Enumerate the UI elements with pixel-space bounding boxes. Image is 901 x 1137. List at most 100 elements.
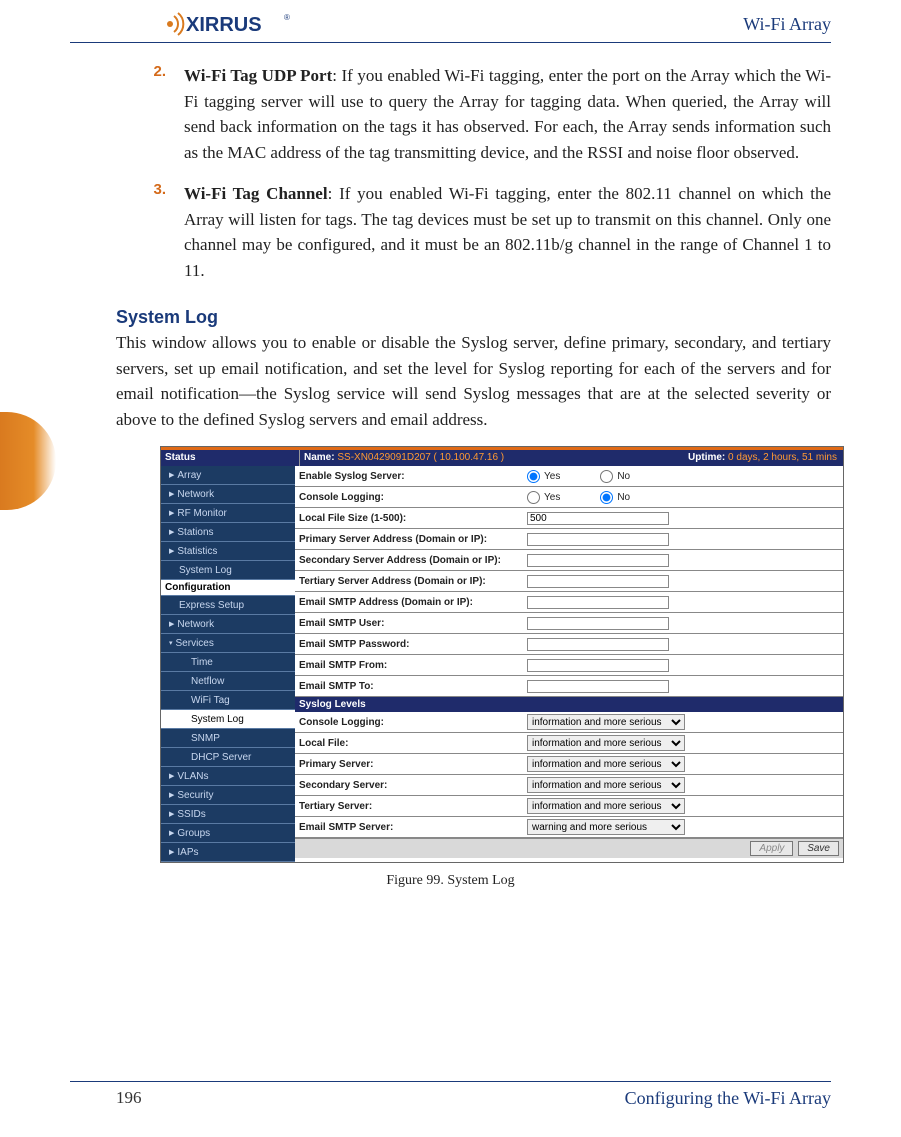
caret-icon: ▶ bbox=[169, 829, 174, 837]
list-item: 2. Wi-Fi Tag UDP Port: If you enabled Wi… bbox=[148, 63, 831, 165]
row-smtp-to: Email SMTP To: bbox=[295, 676, 843, 697]
select-level-tertiary[interactable]: information and more serious bbox=[527, 798, 685, 814]
label-smtp-password: Email SMTP Password: bbox=[299, 639, 527, 650]
page-number: 196 bbox=[116, 1088, 142, 1109]
nav-sidebar: ▶Array ▶Network ▶RF Monitor ▶Stations ▶S… bbox=[161, 466, 295, 862]
list-number: 3. bbox=[148, 181, 166, 283]
sidebar-item-wifi-tag[interactable]: WiFi Tag bbox=[161, 691, 295, 710]
radio-enable-no[interactable] bbox=[600, 470, 613, 483]
uptime: Uptime: 0 days, 2 hours, 51 mins bbox=[688, 450, 843, 466]
device-name: Name: SS-XN0429091D207 ( 10.100.47.16 ) bbox=[299, 450, 688, 466]
sidebar-item-dhcp[interactable]: DHCP Server bbox=[161, 748, 295, 767]
select-level-local[interactable]: information and more serious bbox=[527, 735, 685, 751]
caret-icon: ▶ bbox=[169, 810, 174, 818]
sidebar-item-array[interactable]: ▶Array bbox=[161, 466, 295, 485]
input-smtp-from[interactable] bbox=[527, 659, 669, 672]
figure-system-log: Status Name: SS-XN0429091D207 ( 10.100.4… bbox=[160, 446, 844, 863]
caret-icon: ▶ bbox=[169, 772, 174, 780]
syslog-levels-header: Syslog Levels bbox=[295, 697, 843, 712]
row-smtp-address: Email SMTP Address (Domain or IP): bbox=[295, 592, 843, 613]
label-enable-syslog: Enable Syslog Server: bbox=[299, 471, 527, 482]
caret-icon: ▶ bbox=[169, 791, 174, 799]
row-smtp-password: Email SMTP Password: bbox=[295, 634, 843, 655]
radio-console-no[interactable] bbox=[600, 491, 613, 504]
sidebar-item-netflow[interactable]: Netflow bbox=[161, 672, 295, 691]
radio-label-no: No bbox=[617, 492, 630, 503]
apply-button[interactable]: Apply bbox=[750, 841, 793, 856]
row-tertiary-server: Tertiary Server Address (Domain or IP): bbox=[295, 571, 843, 592]
input-secondary-server[interactable] bbox=[527, 554, 669, 567]
label-level-local: Local File: bbox=[299, 738, 527, 749]
row-enable-syslog: Enable Syslog Server: Yes No bbox=[295, 466, 843, 487]
label-secondary-server: Secondary Server Address (Domain or IP): bbox=[299, 555, 527, 566]
label-level-tertiary: Tertiary Server: bbox=[299, 801, 527, 812]
sidebar-group-configuration: Configuration bbox=[161, 580, 295, 596]
input-file-size[interactable] bbox=[527, 512, 669, 525]
input-smtp-to[interactable] bbox=[527, 680, 669, 693]
row-secondary-server: Secondary Server Address (Domain or IP): bbox=[295, 550, 843, 571]
row-primary-server: Primary Server Address (Domain or IP): bbox=[295, 529, 843, 550]
form-panel: Enable Syslog Server: Yes No Console Log… bbox=[295, 466, 843, 862]
sidebar-item-stations[interactable]: ▶Stations bbox=[161, 523, 295, 542]
sidebar-item-system-log-selected[interactable]: System Log bbox=[161, 710, 295, 729]
sidebar-item-express-setup[interactable]: Express Setup bbox=[161, 596, 295, 615]
row-level-email: Email SMTP Server: warning and more seri… bbox=[295, 817, 843, 838]
caret-icon: ▶ bbox=[169, 509, 174, 517]
sidebar-item-rf-monitor[interactable]: ▶RF Monitor bbox=[161, 504, 295, 523]
select-level-console[interactable]: information and more serious bbox=[527, 714, 685, 730]
row-level-secondary: Secondary Server: information and more s… bbox=[295, 775, 843, 796]
sidebar-item-vlans[interactable]: ▶VLANs bbox=[161, 767, 295, 786]
section-intro: This window allows you to enable or disa… bbox=[116, 330, 831, 432]
label-primary-server: Primary Server Address (Domain or IP): bbox=[299, 534, 527, 545]
caret-icon: ▶ bbox=[169, 471, 174, 479]
sidebar-item-iaps[interactable]: ▶IAPs bbox=[161, 843, 295, 862]
label-console-logging: Console Logging: bbox=[299, 492, 527, 503]
input-tertiary-server[interactable] bbox=[527, 575, 669, 588]
label-smtp-user: Email SMTP User: bbox=[299, 618, 527, 629]
input-smtp-user[interactable] bbox=[527, 617, 669, 630]
sidebar-item-system-log[interactable]: System Log bbox=[161, 561, 295, 580]
caret-icon: ▶ bbox=[169, 528, 174, 536]
sidebar-item-network[interactable]: ▶Network bbox=[161, 485, 295, 504]
status-label: Status bbox=[161, 450, 299, 466]
label-file-size: Local File Size (1-500): bbox=[299, 513, 527, 524]
row-level-tertiary: Tertiary Server: information and more se… bbox=[295, 796, 843, 817]
input-smtp-address[interactable] bbox=[527, 596, 669, 609]
radio-enable-yes[interactable] bbox=[527, 470, 540, 483]
select-level-email[interactable]: warning and more serious bbox=[527, 819, 685, 835]
list-text: Wi-Fi Tag UDP Port: If you enabled Wi-Fi… bbox=[184, 63, 831, 165]
thumb-tab bbox=[0, 412, 56, 510]
sidebar-item-network-config[interactable]: ▶Network bbox=[161, 615, 295, 634]
page-footer: 196 Configuring the Wi-Fi Array bbox=[70, 1081, 831, 1109]
label-smtp-address: Email SMTP Address (Domain or IP): bbox=[299, 597, 527, 608]
label-level-primary: Primary Server: bbox=[299, 759, 527, 770]
row-file-size: Local File Size (1-500): bbox=[295, 508, 843, 529]
sidebar-item-ssids[interactable]: ▶SSIDs bbox=[161, 805, 295, 824]
radio-console-yes[interactable] bbox=[527, 491, 540, 504]
xirrus-logo: XIRRUS ® bbox=[160, 10, 310, 38]
sidebar-item-snmp[interactable]: SNMP bbox=[161, 729, 295, 748]
svg-text:®: ® bbox=[284, 13, 290, 22]
sidebar-item-statistics[interactable]: ▶Statistics bbox=[161, 542, 295, 561]
sidebar-item-groups[interactable]: ▶Groups bbox=[161, 824, 295, 843]
sidebar-item-security[interactable]: ▶Security bbox=[161, 786, 295, 805]
save-button[interactable]: Save bbox=[798, 841, 839, 856]
label-smtp-to: Email SMTP To: bbox=[299, 681, 527, 692]
button-row: Apply Save bbox=[295, 838, 843, 858]
radio-label-yes: Yes bbox=[544, 471, 560, 482]
section-heading: System Log bbox=[116, 307, 831, 328]
row-level-local: Local File: information and more serious bbox=[295, 733, 843, 754]
svg-text:XIRRUS: XIRRUS bbox=[186, 14, 262, 36]
row-level-console: Console Logging: information and more se… bbox=[295, 712, 843, 733]
row-smtp-user: Email SMTP User: bbox=[295, 613, 843, 634]
radio-label-yes: Yes bbox=[544, 492, 560, 503]
caret-icon: ▶ bbox=[169, 490, 174, 498]
select-level-primary[interactable]: information and more serious bbox=[527, 756, 685, 772]
input-smtp-password[interactable] bbox=[527, 638, 669, 651]
sidebar-item-services[interactable]: ▾Services bbox=[161, 634, 295, 653]
row-smtp-from: Email SMTP From: bbox=[295, 655, 843, 676]
select-level-secondary[interactable]: information and more serious bbox=[527, 777, 685, 793]
caret-icon: ▶ bbox=[169, 848, 174, 856]
sidebar-item-time[interactable]: Time bbox=[161, 653, 295, 672]
input-primary-server[interactable] bbox=[527, 533, 669, 546]
